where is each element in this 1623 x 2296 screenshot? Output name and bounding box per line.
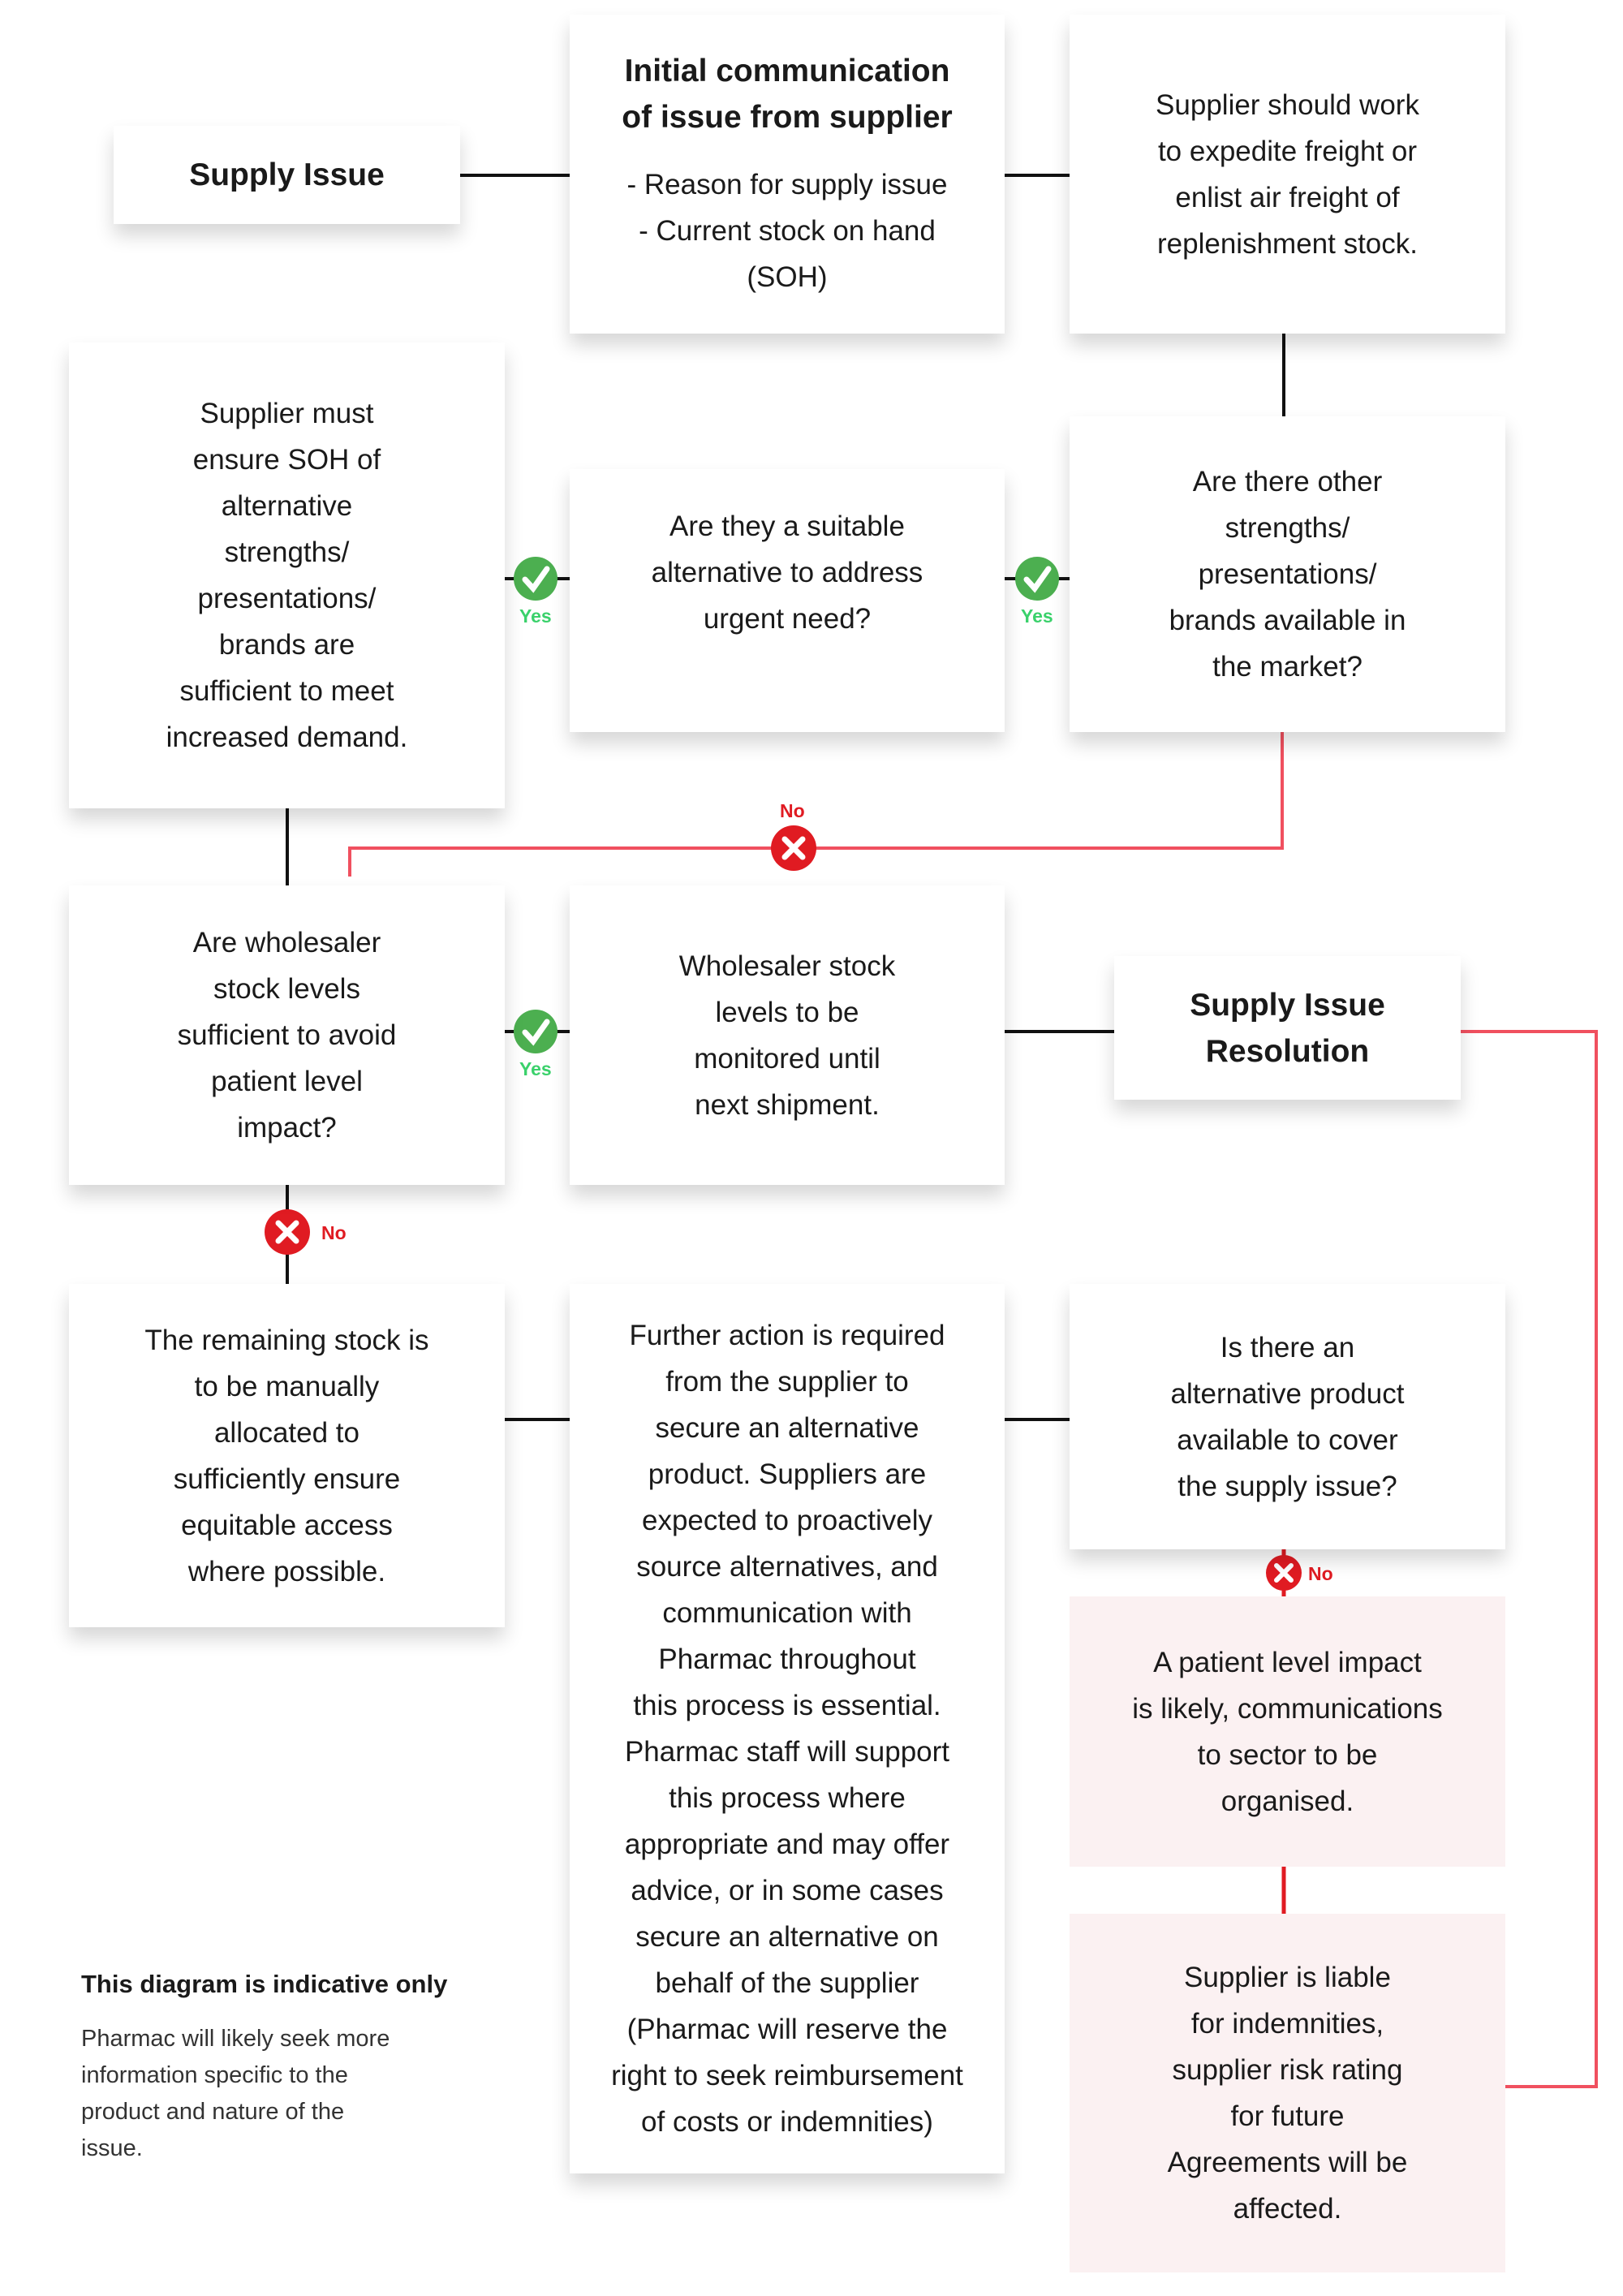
no-cross-icon [1266, 1555, 1302, 1591]
node-body: Are there other strengths/ presentations… [1169, 466, 1406, 683]
no-label: No [780, 800, 805, 821]
node-title: Supply Issue [189, 157, 385, 192]
node-body: A patient level impact is likely, commun… [1132, 1646, 1443, 1817]
node-body: Wholesaler stock levels to be monitored … [678, 950, 896, 1121]
node-body: - Reason for supply issue - Current stoc… [626, 169, 948, 293]
node-further-action: Further action is required from the supp… [570, 1284, 1005, 2173]
node-supply-issue-resolution: Supply Issue Resolution [1114, 956, 1461, 1100]
node-body: Is there an alternative product availabl… [1170, 1331, 1405, 1502]
node-initial-communication: Initial communication of issue from supp… [570, 15, 1005, 334]
no-label: No [321, 1222, 347, 1243]
node-suitable-alternative: Are they a suitable alternative to addre… [570, 469, 1005, 732]
node-patient-impact: A patient level impact is likely, commun… [1070, 1596, 1505, 1867]
node-monitor-stock: Wholesaler stock levels to be monitored … [570, 885, 1005, 1185]
no-label: No [1308, 1563, 1333, 1584]
node-supplier-liable: Supplier is liable for indemnities, supp… [1070, 1914, 1505, 2272]
note-body: Pharmac will likely seek more informatio… [81, 2026, 390, 2161]
yes-label: Yes [519, 605, 552, 627]
node-supply-issue: Supply Issue [114, 126, 460, 224]
note-title: This diagram is indicative only [81, 1970, 448, 1998]
node-wholesaler-levels: Are wholesaler stock levels sufficient t… [69, 885, 505, 1185]
node-title: Supply Issue Resolution [1190, 987, 1385, 1069]
node-body: The remaining stock is to be manually al… [144, 1324, 429, 1587]
node-manual-allocation: The remaining stock is to be manually al… [69, 1284, 505, 1627]
node-body: Further action is required from the supp… [611, 1320, 963, 2138]
yes-check-icon [1015, 557, 1059, 601]
node-body: Are wholesaler stock levels sufficient t… [177, 927, 397, 1144]
node-other-strengths: Are there other strengths/ presentations… [1070, 416, 1505, 732]
no-cross-icon [771, 825, 816, 871]
yes-check-icon [514, 1010, 558, 1053]
node-ensure-soh: Supplier must ensure SOH of alternative … [69, 342, 505, 808]
node-title: Initial communication of issue from supp… [622, 54, 953, 135]
yes-check-icon [514, 557, 558, 601]
node-expedite-freight: Supplier should work to expedite freight… [1070, 15, 1505, 334]
no-cross-icon [265, 1209, 310, 1255]
yes-label: Yes [519, 1058, 552, 1079]
node-body: Are they a suitable alternative to addre… [651, 510, 923, 635]
node-body: Supplier must ensure SOH of alternative … [166, 398, 408, 753]
node-alternative-product: Is there an alternative product availabl… [1070, 1284, 1505, 1549]
node-body: Supplier is liable for indemnities, supp… [1167, 1962, 1408, 2225]
node-body: Supplier should work to expedite freight… [1156, 88, 1419, 260]
yes-label: Yes [1021, 605, 1053, 627]
